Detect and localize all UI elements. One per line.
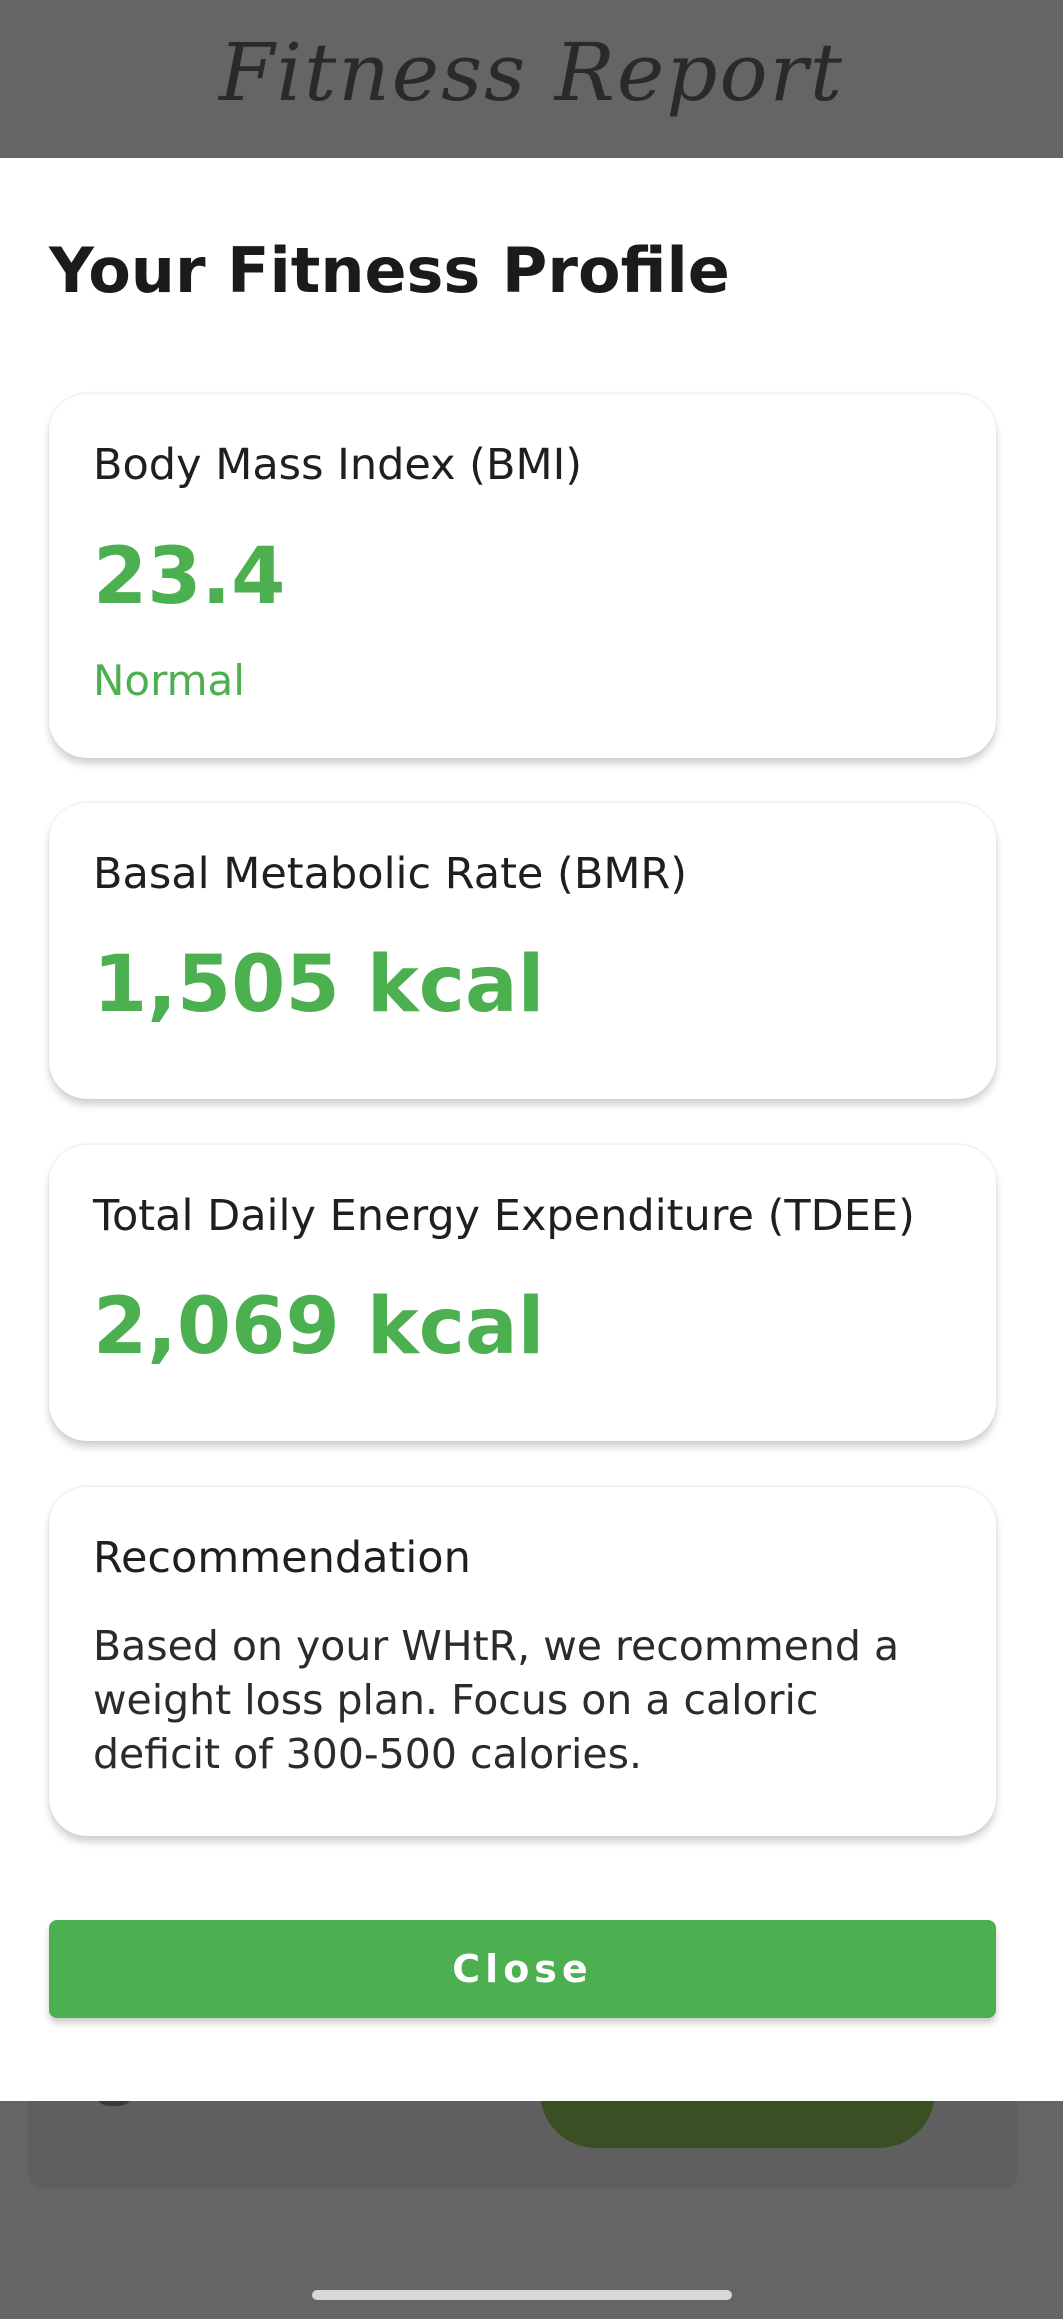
bmr-card: Basal Metabolic Rate (BMR) 1,505 kcal — [49, 802, 996, 1099]
bmr-label: Basal Metabolic Rate (BMR) — [93, 849, 688, 899]
recommendation-text: Based on your WHtR, we recommend a weigh… — [93, 1622, 900, 1778]
bmi-label: Body Mass Index (BMI) — [93, 440, 583, 490]
background-app-header: Fitness Report — [0, 0, 1063, 158]
home-indicator[interactable] — [312, 2290, 732, 2300]
bmi-status: Normal — [93, 656, 245, 705]
tdee-label: Total Daily Energy Expenditure (TDEE) — [93, 1191, 915, 1241]
close-button[interactable]: Close — [49, 1920, 996, 2018]
bmr-value: 1,505 kcal — [93, 940, 545, 1030]
recommendation-card: Recommendation Based on your WHtR, we re… — [49, 1486, 996, 1836]
sheet-title: Your Fitness Profile — [49, 234, 730, 307]
background-app-title: Fitness Report — [219, 25, 844, 119]
bmi-card: Body Mass Index (BMI) 23.4 Normal — [49, 393, 996, 758]
tdee-card: Total Daily Energy Expenditure (TDEE) 2,… — [49, 1144, 996, 1441]
recommendation-label: Recommendation — [93, 1533, 471, 1583]
tdee-value: 2,069 kcal — [93, 1282, 545, 1372]
fitness-profile-sheet: Your Fitness Profile Body Mass Index (BM… — [0, 158, 1063, 2101]
bmi-value: 23.4 — [93, 532, 286, 622]
